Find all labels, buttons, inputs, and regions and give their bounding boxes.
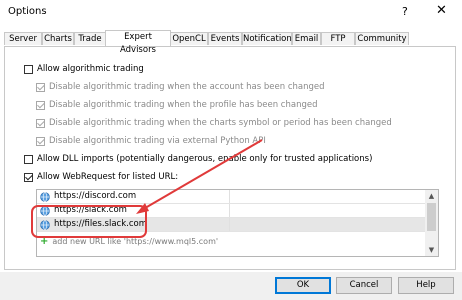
help-title-button[interactable]: ? — [402, 5, 408, 18]
scrollbar-thumb[interactable] — [427, 203, 436, 231]
tab-server[interactable]: Server — [4, 32, 42, 45]
allow-dll-imports-label: Allow DLL imports (potentially dangerous… — [37, 154, 373, 164]
allow-webrequest-label: Allow WebRequest for listed URL: — [37, 172, 179, 182]
help-button[interactable]: Help — [398, 277, 454, 294]
disable-profile-change-checkbox — [36, 100, 45, 110]
disable-symbol-change-label: Disable algorithmic trading when the cha… — [49, 118, 392, 128]
tab-expert-advisors[interactable]: Expert Advisors — [105, 30, 171, 55]
allow-algo-trading-option[interactable]: Allow algorithmic trading — [24, 63, 144, 77]
scroll-down-icon[interactable]: ▼ — [425, 244, 438, 256]
tab-trade[interactable]: Trade — [74, 32, 106, 45]
column-divider — [229, 190, 230, 203]
disable-python-api-option: Disable algorithmic trading via external… — [36, 135, 266, 149]
dialog-footer: OK Cancel Help — [0, 272, 462, 300]
allow-algo-trading-checkbox[interactable] — [24, 64, 33, 74]
disable-account-change-checkbox — [36, 82, 45, 92]
disable-symbol-change-option: Disable algorithmic trading when the cha… — [36, 117, 392, 131]
allow-dll-imports-option[interactable]: Allow DLL imports (potentially dangerous… — [24, 153, 372, 167]
close-button[interactable]: ✕ — [436, 3, 447, 18]
column-divider — [229, 204, 230, 217]
disable-profile-change-option: Disable algorithmic trading when the pro… — [36, 99, 317, 113]
tab-email[interactable]: Email — [292, 32, 321, 45]
cancel-button[interactable]: Cancel — [336, 277, 392, 294]
allow-webrequest-option[interactable]: Allow WebRequest for listed URL: — [24, 171, 178, 185]
column-divider — [229, 218, 230, 231]
tab-opencl[interactable]: OpenCL — [170, 32, 208, 45]
disable-account-change-label: Disable algorithmic trading when the acc… — [49, 82, 325, 92]
disable-python-api-label: Disable algorithmic trading via external… — [49, 136, 266, 146]
disable-profile-change-label: Disable algorithmic trading when the pro… — [49, 100, 318, 110]
globe-icon — [40, 192, 50, 202]
disable-python-api-checkbox — [36, 136, 45, 146]
title-bar: Options ? ✕ — [0, 0, 462, 26]
scroll-up-icon[interactable]: ▲ — [425, 190, 438, 202]
allow-dll-imports-checkbox[interactable] — [24, 154, 33, 164]
window-title: Options — [8, 6, 47, 17]
allow-algo-trading-label: Allow algorithmic trading — [37, 64, 144, 74]
tab-notifications[interactable]: Notifications — [242, 32, 296, 45]
ok-button[interactable]: OK — [275, 277, 331, 294]
allow-webrequest-checkbox[interactable] — [24, 172, 33, 182]
tab-charts[interactable]: Charts — [42, 32, 74, 45]
tab-community[interactable]: Community — [355, 32, 409, 45]
annotation-highlight-box — [31, 205, 147, 238]
add-url-placeholder: add new URL like 'https://www.mql5.com' — [52, 237, 219, 246]
url-row-discord[interactable]: https://discord.com — [37, 190, 426, 204]
url-list-scrollbar[interactable]: ▲ ▼ — [425, 190, 438, 256]
disable-account-change-option: Disable algorithmic trading when the acc… — [36, 81, 325, 95]
tab-events[interactable]: Events — [208, 32, 242, 45]
url-text: https://discord.com — [54, 191, 137, 201]
disable-symbol-change-checkbox — [36, 118, 45, 128]
tab-ftp[interactable]: FTP — [321, 32, 355, 45]
